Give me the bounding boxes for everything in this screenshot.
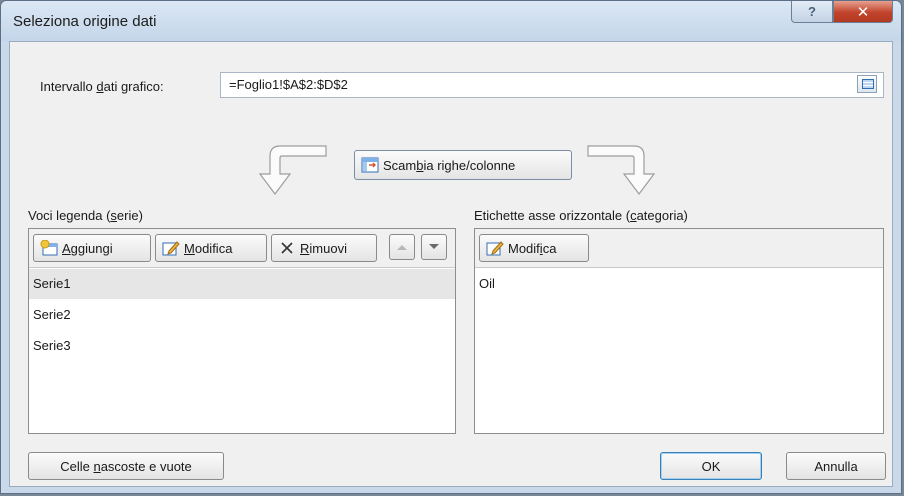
switch-rows-columns-label: Scambia righe/colonne: [383, 157, 516, 173]
close-icon: ✕: [856, 3, 870, 21]
edit-pencil-icon: [486, 240, 504, 256]
series-list-item[interactable]: Serie3: [29, 331, 455, 361]
add-series-icon: [40, 240, 58, 256]
help-button[interactable]: ?: [791, 1, 833, 23]
hidden-empty-cells-button[interactable]: Celle nascoste e vuote: [28, 452, 224, 480]
category-toolbar: Modifica: [475, 229, 883, 268]
dialog-title: Seleziona origine dati: [13, 13, 157, 30]
move-down-button[interactable]: [421, 234, 447, 260]
series-list-item[interactable]: Serie2: [29, 300, 455, 330]
cancel-label: Annulla: [814, 458, 858, 474]
title-bar[interactable]: Seleziona origine dati ? ✕: [1, 1, 901, 41]
horizontal-axis-labels-label: Etichette asse orizzontale (categoria): [474, 208, 688, 223]
chart-range-value[interactable]: =Foglio1!$A$2:$D$2: [229, 77, 348, 92]
ok-label: OK: [701, 458, 721, 474]
move-up-button[interactable]: [389, 234, 415, 260]
chevron-down-icon: [429, 244, 439, 249]
curved-arrow-right-icon: [587, 145, 656, 195]
close-button[interactable]: ✕: [833, 1, 893, 23]
category-list-item[interactable]: Oil: [475, 269, 883, 299]
ok-button[interactable]: OK: [660, 452, 762, 480]
chevron-up-icon: [397, 245, 407, 250]
switch-rows-columns-button[interactable]: Scambia righe/colonne: [354, 150, 572, 180]
edit-category-button[interactable]: Modifica: [479, 234, 589, 262]
add-series-label: Aggiungi: [62, 240, 113, 256]
category-labels-panel: Modifica Oil: [474, 228, 884, 434]
cancel-button[interactable]: Annulla: [786, 452, 886, 480]
hidden-empty-cells-label: Celle nascoste e vuote: [60, 458, 192, 474]
range-collapse-icon[interactable]: [857, 75, 877, 93]
remove-series-label: Rimuovi: [300, 240, 347, 256]
add-series-button[interactable]: Aggiungi: [33, 234, 151, 262]
edit-pencil-icon: [162, 240, 180, 256]
edit-category-label: Modifica: [508, 240, 557, 256]
curved-arrow-left-icon: [258, 145, 327, 195]
help-icon: ?: [808, 4, 816, 19]
remove-x-icon: [278, 240, 296, 256]
edit-series-button[interactable]: Modifica: [155, 234, 267, 262]
dialog-body: Intervallo dati grafico: =Foglio1!$A$2:$…: [9, 41, 893, 487]
series-list-item[interactable]: Serie1: [29, 269, 455, 299]
dialog-window: Seleziona origine dati ? ✕ Intervallo da…: [0, 0, 902, 494]
legend-entries-panel: Aggiungi Modifica Rimuovi Serie1 Serie2 …: [28, 228, 456, 434]
remove-series-button[interactable]: Rimuovi: [271, 234, 377, 262]
chart-range-input[interactable]: =Foglio1!$A$2:$D$2: [220, 72, 884, 98]
legend-entries-label: Voci legenda (serie): [28, 208, 143, 223]
switch-rows-columns-icon: [361, 157, 379, 173]
chart-range-label: Intervallo dati grafico:: [40, 79, 164, 94]
legend-toolbar: Aggiungi Modifica Rimuovi: [29, 229, 455, 268]
edit-series-label: Modifica: [184, 240, 233, 256]
